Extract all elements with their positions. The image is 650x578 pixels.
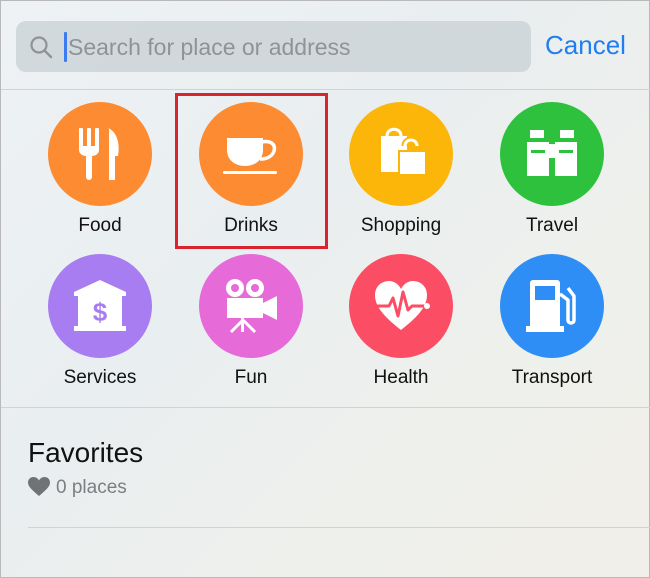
favorites-count: 0 places — [28, 477, 127, 499]
category-health[interactable]: Health — [326, 241, 476, 391]
fun-circle — [199, 254, 303, 358]
heart-pulse-icon — [373, 281, 431, 330]
category-label: Travel — [525, 215, 579, 236]
category-label: Food — [78, 215, 122, 236]
search-input[interactable] — [68, 29, 508, 65]
fork-knife-icon — [79, 128, 119, 180]
category-label: Health — [373, 367, 429, 388]
search-box[interactable] — [16, 21, 531, 72]
bank-dollar-icon: $ — [74, 280, 126, 331]
category-label: Shopping — [360, 215, 442, 236]
text-cursor — [64, 32, 67, 62]
shopping-circle — [349, 102, 453, 206]
binoculars-icon — [527, 130, 577, 176]
cancel-button[interactable]: Cancel — [545, 30, 626, 61]
favorites-title: Favorites — [28, 437, 144, 468]
category-shopping[interactable]: Shopping — [326, 89, 476, 239]
category-services[interactable]: $ Services — [25, 241, 175, 391]
services-circle: $ — [48, 254, 152, 358]
food-circle — [48, 102, 152, 206]
category-transport[interactable]: Transport — [477, 241, 627, 391]
gas-pump-icon — [526, 280, 576, 332]
search-bar: Cancel — [1, 1, 650, 89]
heart-icon — [28, 477, 50, 496]
category-fun[interactable]: Fun — [176, 241, 326, 391]
health-circle — [349, 254, 453, 358]
travel-circle — [500, 102, 604, 206]
selection-highlight — [175, 93, 328, 249]
svg-text:$: $ — [93, 297, 108, 327]
shopping-bags-icon — [381, 127, 427, 176]
category-travel[interactable]: Travel — [477, 89, 627, 239]
category-food[interactable]: Food — [25, 89, 175, 239]
movie-camera-icon — [226, 279, 277, 334]
search-icon — [30, 36, 53, 59]
category-label: Transport — [511, 367, 593, 388]
divider — [1, 407, 650, 408]
favorites-section[interactable]: Favorites 0 places — [28, 437, 144, 498]
divider — [28, 527, 650, 528]
category-label: Services — [63, 367, 137, 388]
category-label: Fun — [234, 367, 268, 388]
favorites-count-text: 0 places — [56, 477, 127, 498]
transport-circle — [500, 254, 604, 358]
